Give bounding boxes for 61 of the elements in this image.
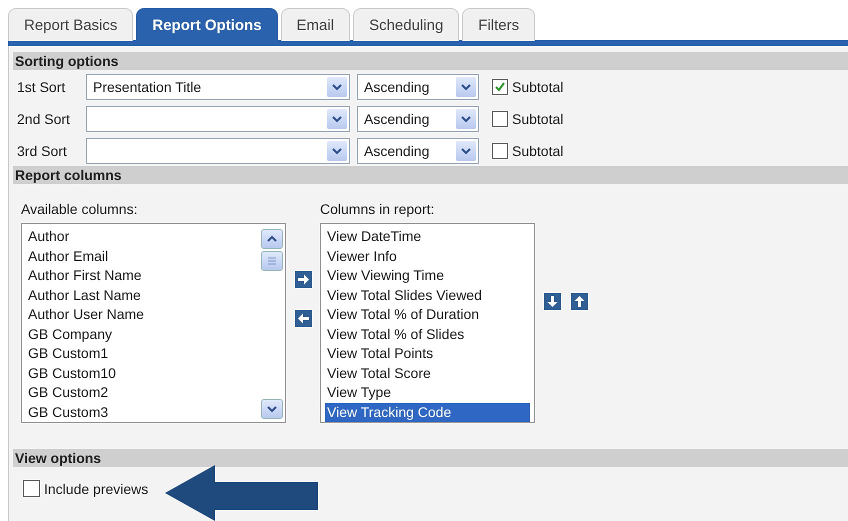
section-header: View options [13, 449, 848, 467]
checkbox[interactable] [492, 111, 508, 127]
tab[interactable]: Email [280, 8, 350, 41]
caret-icon [327, 109, 347, 129]
list-item[interactable]: View Type [325, 383, 530, 402]
list-item[interactable]: Author Last Name [26, 286, 257, 305]
caret-icon [327, 141, 347, 161]
list-item[interactable]: Author [26, 227, 257, 246]
scroll-down-button[interactable] [261, 399, 283, 419]
sort-label: 3rd Sort [17, 143, 68, 159]
list-item[interactable]: View Total Score [325, 364, 530, 383]
tab[interactable]: Scheduling [353, 8, 460, 41]
list-item[interactable]: View DateTime [325, 227, 530, 246]
subtotal-label: Subtotal [512, 111, 564, 127]
sort-label: 2nd Sort [17, 111, 71, 127]
subtotal-label: Subtotal [512, 79, 564, 95]
caret-icon [456, 77, 476, 97]
tab[interactable]: Filters [462, 8, 536, 41]
sort-label: 1st Sort [17, 79, 66, 95]
grip-icon [267, 257, 277, 265]
sort-order-dropdown[interactable]: Ascending [357, 138, 479, 164]
scroll-thumb[interactable] [261, 251, 283, 271]
list-item[interactable]: GB Custom3 [26, 402, 257, 422]
list-item[interactable]: View Total Points [325, 344, 530, 364]
list-item[interactable]: View Tracking Code [325, 402, 530, 422]
sort-field-dropdown[interactable] [86, 138, 350, 164]
caret-icon [456, 109, 476, 129]
tab[interactable]: Report Basics [8, 8, 134, 41]
list-item[interactable]: View Total % of Duration [325, 305, 530, 324]
caret-up-icon [267, 235, 277, 243]
list-item[interactable]: GB Custom10 [26, 364, 257, 383]
list-box[interactable]: View DateTime Viewer Info View Viewing Time View Total Slides Viewed View Total % of Duration View Total % of Slides View Total Points View Total Score View Type View Tracking Code [320, 223, 535, 423]
caret-icon [327, 77, 347, 97]
sort-order-dropdown[interactable]: Ascending [357, 106, 479, 132]
list-item[interactable]: View Viewing Time [325, 266, 530, 286]
list-label: Columns in report: [320, 201, 436, 217]
section-header: Sorting options [13, 52, 848, 70]
list-item[interactable]: Author Email [26, 246, 257, 266]
tab[interactable]: Report Options [136, 8, 278, 41]
checkbox[interactable] [492, 143, 508, 159]
list-item[interactable]: Author First Name [26, 266, 257, 286]
list-item[interactable]: GB Custom1 [26, 344, 257, 364]
scroll-up-button[interactable] [261, 229, 283, 249]
list-item[interactable]: View Total Slides Viewed [325, 286, 530, 305]
list-box[interactable]: Author Author Email Author First Name Author Last Name Author User Name GB Company GB Custom1 GB Custom10 GB Custom2 GB Custom3 [21, 223, 286, 423]
section-header: Report columns [13, 166, 848, 184]
subtotal-label: Subtotal [512, 143, 564, 159]
sort-field-dropdown[interactable] [86, 106, 350, 132]
list-item[interactable]: GB Custom2 [26, 383, 257, 402]
list-item[interactable]: GB Company [26, 324, 257, 344]
sort-field-dropdown[interactable]: Presentation Title [86, 74, 350, 100]
checkbox-label: Include previews [44, 480, 148, 496]
checkbox[interactable] [23, 480, 40, 497]
list-item[interactable]: Viewer Info [325, 246, 530, 266]
checkbox[interactable] [492, 79, 508, 95]
sort-order-dropdown[interactable]: Ascending [357, 74, 479, 100]
list-label: Available columns: [21, 201, 138, 217]
list-item[interactable]: View Total % of Slides [325, 324, 530, 344]
caret-icon [456, 141, 476, 161]
caret-icon [267, 405, 277, 413]
list-item[interactable]: Author User Name [26, 305, 257, 324]
